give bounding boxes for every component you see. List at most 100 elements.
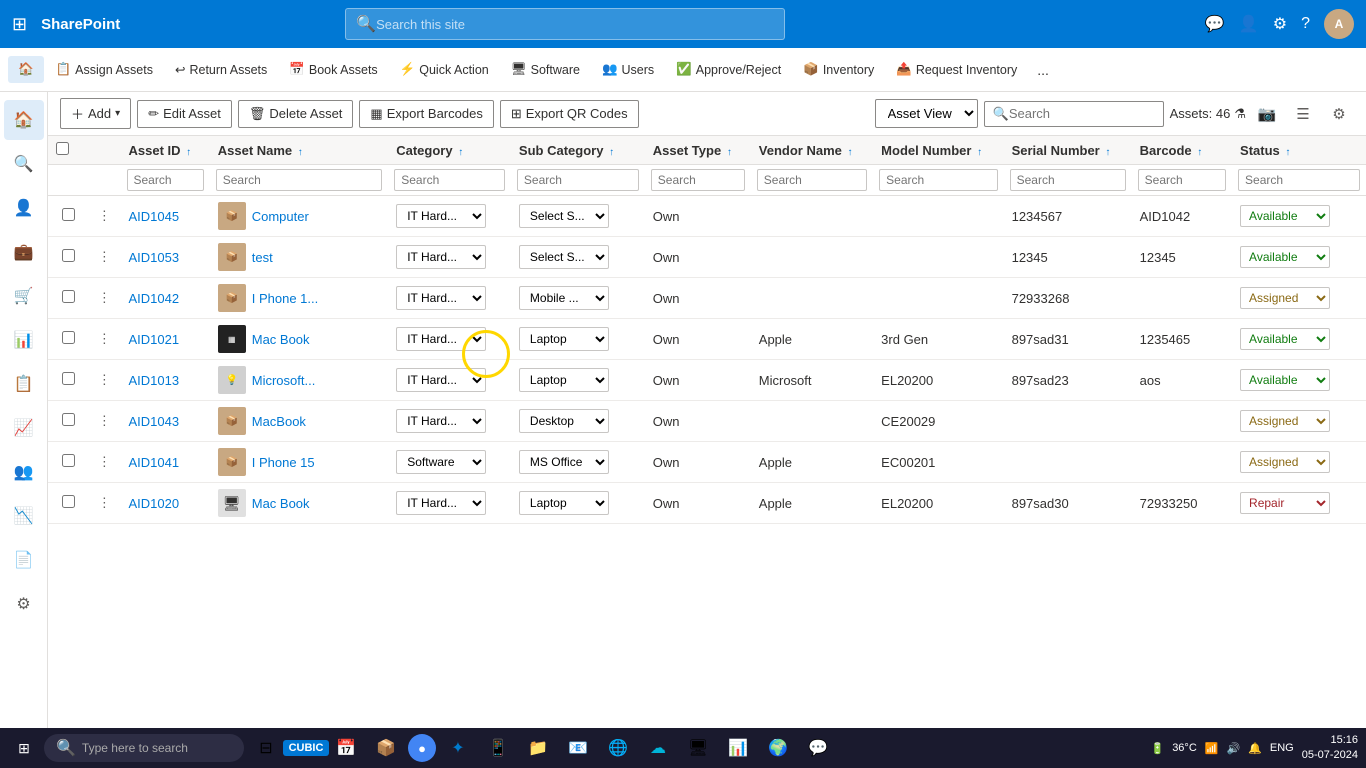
row-menu-2[interactable]: ⋮ [88, 278, 120, 319]
row-subcategory-7[interactable]: Laptop [511, 483, 645, 524]
taskbar-app-generic1[interactable]: 📱 [480, 730, 516, 766]
sidebar-item-people[interactable]: 👤 [4, 188, 44, 228]
search-subcategory[interactable] [517, 169, 639, 191]
search-serialnumber[interactable] [1010, 169, 1126, 191]
assetid-link-1[interactable]: AID1053 [129, 250, 180, 265]
taskbar-app-vscode[interactable]: ✦ [440, 730, 476, 766]
row-category-1[interactable]: IT Hard... [388, 237, 511, 278]
status-select-0[interactable]: Available [1240, 205, 1330, 227]
subcategory-select-AID1020[interactable]: Laptop [519, 491, 609, 515]
sidebar-item-search[interactable]: 🔍 [4, 144, 44, 184]
row-category-3[interactable]: IT Hard... [388, 319, 511, 360]
status-select-5[interactable]: Assigned [1240, 410, 1330, 432]
row-category-6[interactable]: Software [388, 442, 511, 483]
global-search-input[interactable] [376, 17, 774, 32]
header-assettype[interactable]: Asset Type ↑ [645, 136, 751, 165]
search-modelnumber[interactable] [879, 169, 997, 191]
taskbar-app-calendar[interactable]: 📅 [328, 730, 364, 766]
list-view-button[interactable]: ☰ [1288, 99, 1318, 129]
waffle-icon[interactable]: ⊞ [12, 14, 27, 35]
sidebar-item-people2[interactable]: 👥 [4, 452, 44, 492]
taskbar-search-input[interactable] [82, 741, 212, 755]
row-subcategory-6[interactable]: MS Office [511, 442, 645, 483]
row-menu-0[interactable]: ⋮ [88, 196, 120, 237]
row-menu-1[interactable]: ⋮ [88, 237, 120, 278]
header-subcategory[interactable]: Sub Category ↑ [511, 136, 645, 165]
row-subcategory-5[interactable]: Desktop [511, 401, 645, 442]
camera-button[interactable]: 📷 [1252, 99, 1282, 129]
row-category-2[interactable]: IT Hard... [388, 278, 511, 319]
header-status[interactable]: Status ↑ [1232, 136, 1366, 165]
search-status[interactable] [1238, 169, 1360, 191]
row-select-3[interactable] [62, 331, 75, 344]
row-category-4[interactable]: IT Hard... [388, 360, 511, 401]
taskbar-app-taskview[interactable]: ⊟ [248, 730, 284, 766]
category-select-AID1013[interactable]: IT Hard... [396, 368, 486, 392]
ribbon-home[interactable]: 🏠 [8, 56, 44, 83]
sidebar-item-chart[interactable]: 📈 [4, 408, 44, 448]
assetname-link-0[interactable]: Computer [252, 209, 309, 224]
edit-asset-button[interactable]: ✏ Edit Asset [137, 100, 232, 128]
ribbon-quick-action[interactable]: ⚡ Quick Action [390, 56, 499, 83]
assetid-link-0[interactable]: AID1045 [129, 209, 180, 224]
ribbon-book-assets[interactable]: 📅 Book Assets [279, 56, 387, 83]
search-assetname[interactable] [216, 169, 382, 191]
header-barcode[interactable]: Barcode ↑ [1132, 136, 1232, 165]
assetid-link-2[interactable]: AID1042 [129, 291, 180, 306]
subcategory-select-AID1013[interactable]: Laptop [519, 368, 609, 392]
export-qr-button[interactable]: ⊞ Export QR Codes [500, 100, 639, 128]
taskbar-app-explorer[interactable]: 📁 [520, 730, 556, 766]
ribbon-more-button[interactable]: ... [1029, 56, 1057, 84]
assetid-link-5[interactable]: AID1043 [129, 414, 180, 429]
search-vendorname[interactable] [757, 169, 867, 191]
row-subcategory-0[interactable]: Select S... [511, 196, 645, 237]
status-select-7[interactable]: Repair [1240, 492, 1330, 514]
sidebar-item-home[interactable]: 🏠 [4, 100, 44, 140]
row-checkbox-5[interactable] [48, 401, 88, 442]
taskbar-app-am[interactable]: 🌍 [760, 730, 796, 766]
status-select-3[interactable]: Available [1240, 328, 1330, 350]
row-checkbox-3[interactable] [48, 319, 88, 360]
delete-asset-button[interactable]: 🗑 Delete Asset [238, 100, 354, 128]
taskbar-app-cha[interactable]: 💬 [800, 730, 836, 766]
sidebar-item-stats[interactable]: 📊 [4, 320, 44, 360]
table-settings-button[interactable]: ⚙ [1324, 99, 1354, 129]
ribbon-software[interactable]: 🖥 Software [501, 56, 590, 83]
row-checkbox-4[interactable] [48, 360, 88, 401]
subcategory-select-AID1043[interactable]: Desktop [519, 409, 609, 433]
taskbar-app-sky[interactable]: ☁ [640, 730, 676, 766]
search-assetid[interactable] [127, 169, 204, 191]
row-category-0[interactable]: IT Hard... [388, 196, 511, 237]
taskbar-app-mail[interactable]: 📧 [560, 730, 596, 766]
header-category[interactable]: Category ↑ [388, 136, 511, 165]
add-button[interactable]: ＋ Add ▾ [60, 98, 131, 129]
row-subcategory-3[interactable]: Laptop [511, 319, 645, 360]
row-subcategory-2[interactable]: Mobile ... [511, 278, 645, 319]
search-category[interactable] [394, 169, 505, 191]
row-checkbox-2[interactable] [48, 278, 88, 319]
assetname-link-3[interactable]: Mac Book [252, 332, 310, 347]
status-select-4[interactable]: Available [1240, 369, 1330, 391]
row-subcategory-1[interactable]: Select S... [511, 237, 645, 278]
assetname-link-6[interactable]: I Phone 15 [252, 455, 315, 470]
header-serialnumber[interactable]: Serial Number ↑ [1004, 136, 1132, 165]
assetname-link-7[interactable]: Mac Book [252, 496, 310, 511]
row-subcategory-4[interactable]: Laptop [511, 360, 645, 401]
subcategory-select-AID1042[interactable]: Mobile ... [519, 286, 609, 310]
taskbar-app-screen[interactable]: 🖥 [680, 730, 716, 766]
header-modelnumber[interactable]: Model Number ↑ [873, 136, 1003, 165]
ribbon-approve-reject[interactable]: ✅ Approve/Reject [666, 56, 791, 83]
subcategory-select-AID1021[interactable]: Laptop [519, 327, 609, 351]
sidebar-item-briefcase[interactable]: 💼 [4, 232, 44, 272]
taskbar-app-files[interactable]: 📦 [368, 730, 404, 766]
assetid-link-6[interactable]: AID1041 [129, 455, 180, 470]
taskbar-badge-cubic[interactable]: CUBIC [288, 730, 324, 766]
row-checkbox-6[interactable] [48, 442, 88, 483]
global-search-box[interactable]: 🔍 [345, 8, 785, 40]
asset-view-select[interactable]: Asset View [875, 99, 978, 128]
sidebar-item-report[interactable]: 📄 [4, 540, 44, 580]
filter-icon[interactable]: ⚗ [1234, 106, 1246, 122]
search-barcode[interactable] [1138, 169, 1226, 191]
row-select-0[interactable] [62, 208, 75, 221]
category-select-AID1021[interactable]: IT Hard... [396, 327, 486, 351]
